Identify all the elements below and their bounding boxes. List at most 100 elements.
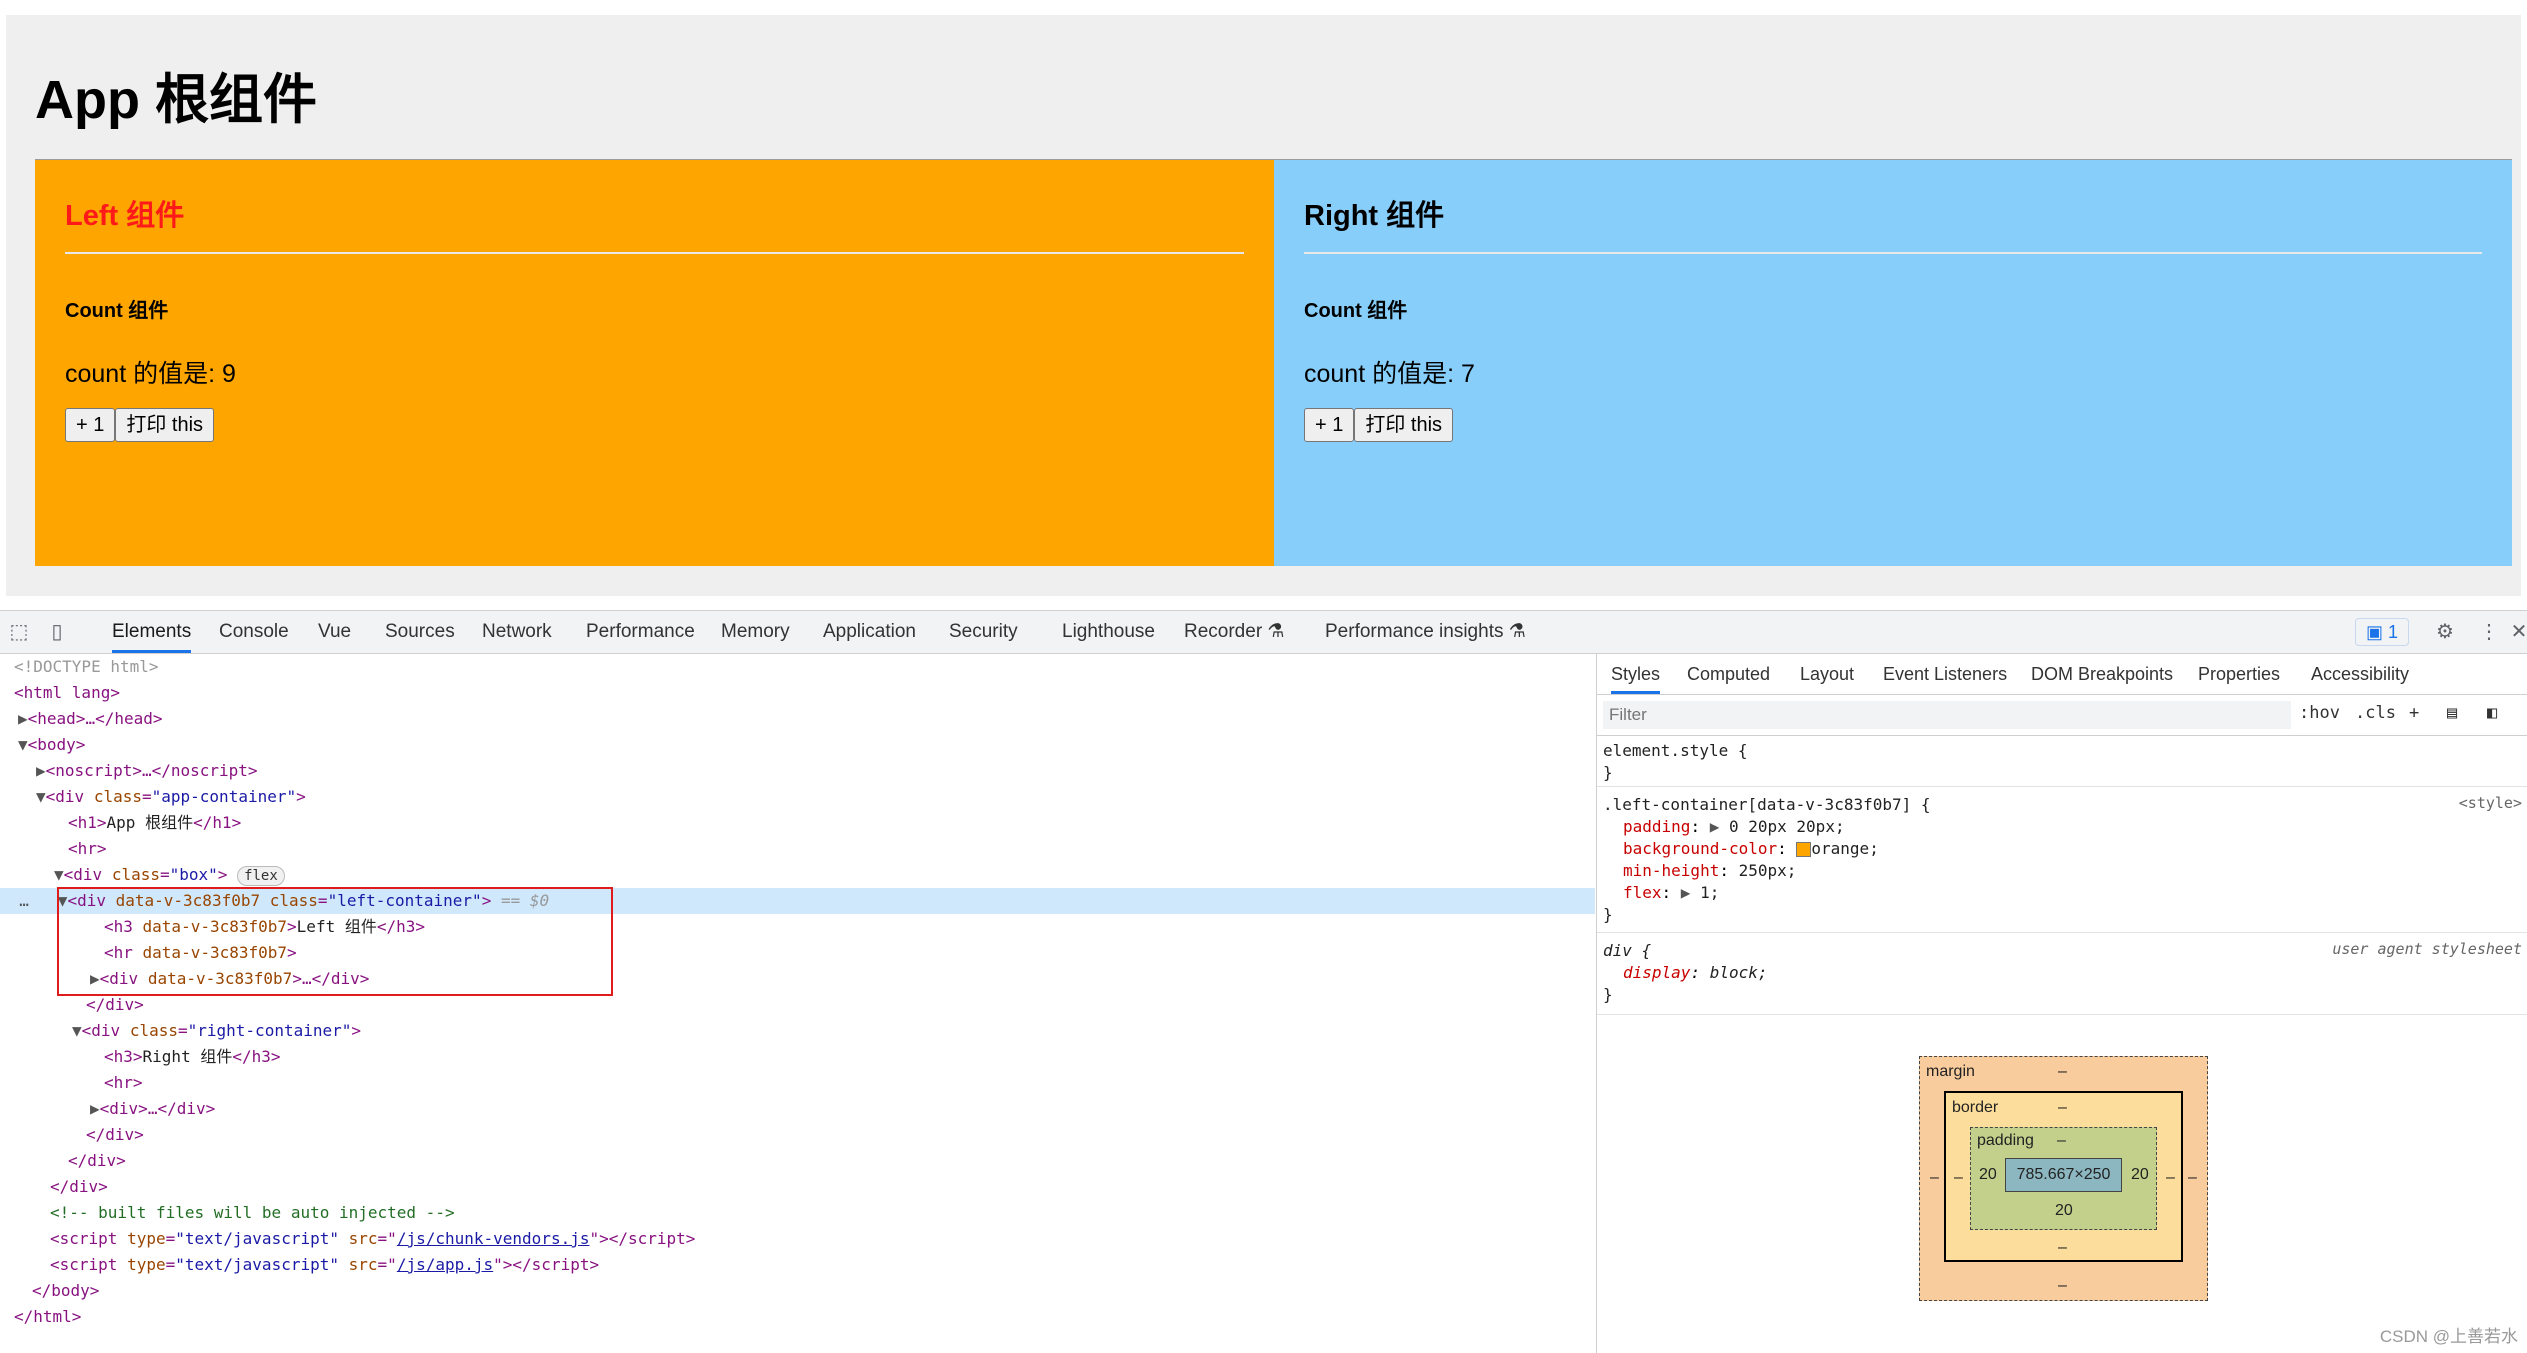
right-print-this-button[interactable]: 打印 this [1354,408,1454,442]
left-buttons: + 1 打印 this [65,408,215,442]
tab-elements[interactable]: Elements [112,611,192,653]
dom-line-app-close[interactable]: </div> [50,1174,108,1200]
styles-tabs: Styles Computed Layout Event Listeners D… [1597,654,2527,695]
padding-label: padding [1977,1132,2034,1149]
box-model-content[interactable]: 785.667×250 [2005,1158,2122,1192]
right-plus-one-button[interactable]: + 1 [1304,408,1355,442]
orange-swatch[interactable] [1796,842,1812,857]
tab-lighthouse[interactable]: Lighthouse [1062,611,1155,653]
settings-gear-icon[interactable]: ⚙ [2432,619,2458,645]
cls-toggle[interactable]: .cls [2355,703,2396,723]
highlight-box [57,887,613,996]
box-model-border: border – – – – padding – 20 20 20 785.66… [1944,1091,2183,1262]
tab-dom-breakpoints[interactable]: DOM Breakpoints [2031,654,2173,694]
styles-filter-input[interactable] [1603,701,2291,729]
dom-line-right-container[interactable]: ▼<div class="right-container"> [72,1018,361,1044]
app-title: App 根组件 [35,70,317,130]
devtools-toolbar: ⬚ ▯ Elements Console Vue Sources Network… [0,611,2527,654]
background-color-decl[interactable]: background-color: orange; [1623,838,1879,860]
min-height-decl[interactable]: min-height: 250px; [1623,860,1796,882]
left-container-rule: .left-container[data-v-3c83f0b7] { <styl… [1597,792,2527,933]
issues-count: 1 [2388,622,2399,642]
flex-decl[interactable]: flex: ▶ 1; [1623,882,1719,904]
tab-recorder[interactable]: Recorder ⚗ [1184,611,1284,653]
dom-line-noscript[interactable]: ▶<noscript>…</noscript> [36,758,258,784]
csdn-watermark: CSDN @上善若水 [2379,1327,2518,1346]
hov-toggle[interactable]: :hov [2299,703,2340,723]
padding-right-value[interactable]: 20 [2131,1166,2149,1184]
dom-line-body[interactable]: ▼<body> [18,732,85,758]
dom-line-box[interactable]: ▼<div class="box"> flex [54,862,285,888]
dom-line-right-close[interactable]: </div> [86,1122,144,1148]
add-rule-icon[interactable]: + [2409,703,2419,723]
tab-performance-insights[interactable]: Performance insights ⚗ [1325,611,1526,653]
tab-memory[interactable]: Memory [721,611,790,653]
tab-performance[interactable]: Performance [586,611,695,653]
dom-line-body-close[interactable]: </body> [32,1278,99,1304]
dom-line-html-close[interactable]: </html> [14,1304,81,1330]
issues-badge[interactable]: ▣ 1 [2355,618,2409,646]
padding-left-value[interactable]: 20 [1979,1166,1997,1184]
right-buttons: + 1 打印 this [1304,408,1454,442]
dom-line-comment[interactable]: <!-- built files will be auto injected -… [50,1200,455,1226]
tab-network[interactable]: Network [482,611,552,653]
dom-line-script-app[interactable]: <script type="text/javascript" src="/js/… [50,1252,599,1278]
right-title: Right 组件 [1304,200,1445,232]
dom-line-box-close[interactable]: </div> [68,1148,126,1174]
app-js-link[interactable]: /js/app.js [397,1255,493,1274]
left-divider [65,252,1244,254]
element-style-rule: element.style { } [1597,738,2527,787]
devtools-panel: ⬚ ▯ Elements Console Vue Sources Network… [0,610,2527,1353]
chunk-vendors-link[interactable]: /js/chunk-vendors.js [397,1229,590,1248]
dom-line-html[interactable]: <html lang> [14,680,120,706]
left-plus-one-button[interactable]: + 1 [65,408,116,442]
left-print-this-button[interactable]: 打印 this [115,408,215,442]
padding-decl[interactable]: padding: ▶ 0 20px 20px; [1623,816,1845,838]
padding-bottom-value[interactable]: 20 [2055,1202,2073,1220]
margin-label: margin [1926,1063,1975,1080]
ua-stylesheet-label: user agent stylesheet [2332,940,2522,958]
tab-application[interactable]: Application [823,611,916,653]
right-count-value: count 的值是: 7 [1304,360,1475,388]
app-container: App 根组件 Left 组件 Count 组件 count 的值是: 9 + … [6,15,2521,596]
tab-accessibility[interactable]: Accessibility [2311,654,2409,694]
paint-icon[interactable]: ▤ [2447,703,2457,723]
tab-layout[interactable]: Layout [1800,654,1854,694]
device-toolbar-icon[interactable]: ▯ [44,619,70,645]
rule-source-link[interactable]: <style> [2459,794,2522,812]
dom-line-hr[interactable]: <hr> [68,836,107,862]
div-ua-rule: div { user agent stylesheet display: blo… [1597,938,2527,1015]
right-count-title: Count 组件 [1304,300,1408,322]
dom-line-script-vendors[interactable]: <script type="text/javascript" src="/js/… [50,1226,695,1252]
tab-event-listeners[interactable]: Event Listeners [1883,654,2007,694]
rendered-page: App 根组件 Left 组件 Count 组件 count 的值是: 9 + … [0,0,2527,610]
box-model-diagram: margin – – – – border – – – – padding – … [1919,1056,2208,1301]
dom-line-right-div[interactable]: ▶<div>…</div> [90,1096,215,1122]
left-count-value: count 的值是: 9 [65,360,236,388]
left-container: Left 组件 Count 组件 count 的值是: 9 + 1 打印 thi… [35,160,1274,566]
close-devtools-icon[interactable]: ✕ [2506,619,2527,645]
tab-styles[interactable]: Styles [1611,654,1661,694]
toggle-sidebar-icon[interactable]: ◧ [2487,703,2497,723]
dom-line-h1[interactable]: <h1>App 根组件</h1> [68,810,241,836]
right-container: Right 组件 Count 组件 count 的值是: 7 + 1 打印 th… [1274,160,2512,566]
dom-line-right-h3[interactable]: <h3>Right 组件</h3> [104,1044,281,1070]
styles-pane: Styles Computed Layout Event Listeners D… [1596,654,2527,1353]
box-model-padding: padding – 20 20 20 785.667×250 [1970,1127,2157,1230]
tab-properties[interactable]: Properties [2198,654,2280,694]
inspect-element-icon[interactable]: ⬚ [6,619,32,645]
tab-computed[interactable]: Computed [1687,654,1770,694]
tab-security[interactable]: Security [949,611,1018,653]
tab-sources[interactable]: Sources [385,611,455,653]
dom-line-app-container[interactable]: ▼<div class="app-container"> [36,784,306,810]
display-decl: display: block; [1623,963,1768,982]
tab-vue[interactable]: Vue [318,611,351,653]
more-options-icon[interactable]: ⋮ [2476,619,2502,645]
styles-filter-bar: :hov .cls + ▤ ◧ [1597,695,2527,736]
flex-badge[interactable]: flex [237,866,285,886]
tab-console[interactable]: Console [219,611,289,653]
dom-line-head[interactable]: ▶<head>…</head> [18,706,163,732]
dom-line-right-hr[interactable]: <hr> [104,1070,143,1096]
right-divider [1304,252,2482,254]
dom-line-doctype[interactable]: <!DOCTYPE html> [14,654,159,680]
